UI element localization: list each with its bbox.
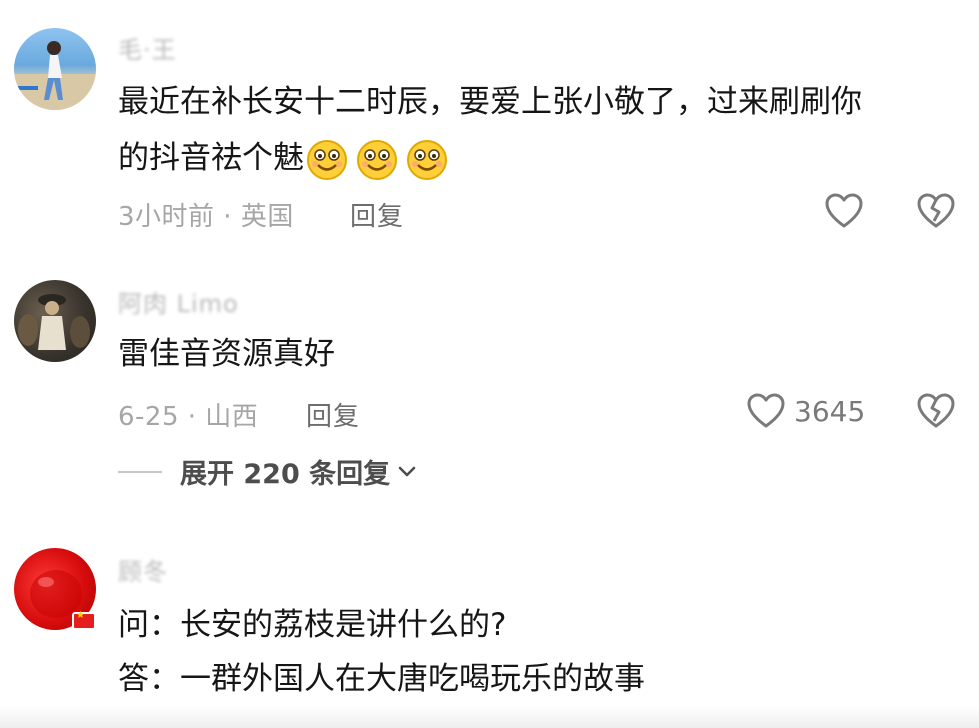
username[interactable]: 顾冬 [118, 552, 168, 587]
reply-button[interactable]: 回复 [306, 396, 360, 433]
heart-icon [747, 393, 785, 428]
flag-badge-icon [72, 610, 96, 630]
broken-heart-icon [917, 193, 955, 228]
comment-text-line: 答：一群外国人在大唐吃喝玩乐的故事 [118, 661, 645, 697]
divider [118, 470, 162, 473]
chevron-down-icon [398, 466, 416, 476]
heart-icon [825, 193, 863, 228]
like-button[interactable]: 3645 [746, 392, 865, 430]
comment-text: 雷佳音资源真好 [118, 326, 958, 382]
smile-emoji-icon [307, 139, 347, 180]
comment-text-line: 问：长安的荔枝是讲什么的? [118, 607, 507, 643]
dislike-button[interactable] [916, 392, 956, 430]
comment-text: 问：长安的荔枝是讲什么的? 答：一群外国人在大唐吃喝玩乐的故事 [118, 598, 958, 706]
avatar-photo-icon [14, 41, 96, 110]
emoji-group [306, 139, 448, 181]
avatar-photo-icon [18, 294, 90, 350]
reply-button[interactable]: 回复 [350, 196, 404, 233]
comment-text: 最近在补长安十二时辰，要爱上张小敬了，过来刷刷你 的抖音祛个魅 [118, 74, 958, 186]
like-count: 3645 [794, 394, 866, 428]
expand-replies-button[interactable]: 展开 220 条回复 [118, 452, 416, 491]
smile-emoji-icon [357, 139, 397, 180]
comment-text-line: 雷佳音资源真好 [118, 336, 335, 372]
dislike-button[interactable] [916, 192, 956, 230]
bottom-edge [0, 706, 979, 728]
smile-emoji-icon [407, 139, 447, 180]
avatar[interactable] [14, 28, 96, 110]
broken-heart-icon [917, 393, 955, 428]
comment-text-line: 的抖音祛个魅 [118, 140, 304, 176]
comment-meta: 6-25 · 山西 [118, 402, 259, 432]
username[interactable]: 毛·王 [118, 30, 177, 65]
username[interactable]: 阿肉 Limo [118, 284, 239, 319]
avatar[interactable] [14, 280, 96, 362]
comment-text-line: 最近在补长安十二时辰，要爱上张小敬了，过来刷刷你 [118, 84, 862, 120]
expand-replies-label: 展开 220 条回复 [180, 459, 391, 490]
like-button[interactable] [824, 192, 864, 230]
comment-meta: 3小时前 · 英国 [118, 202, 294, 232]
